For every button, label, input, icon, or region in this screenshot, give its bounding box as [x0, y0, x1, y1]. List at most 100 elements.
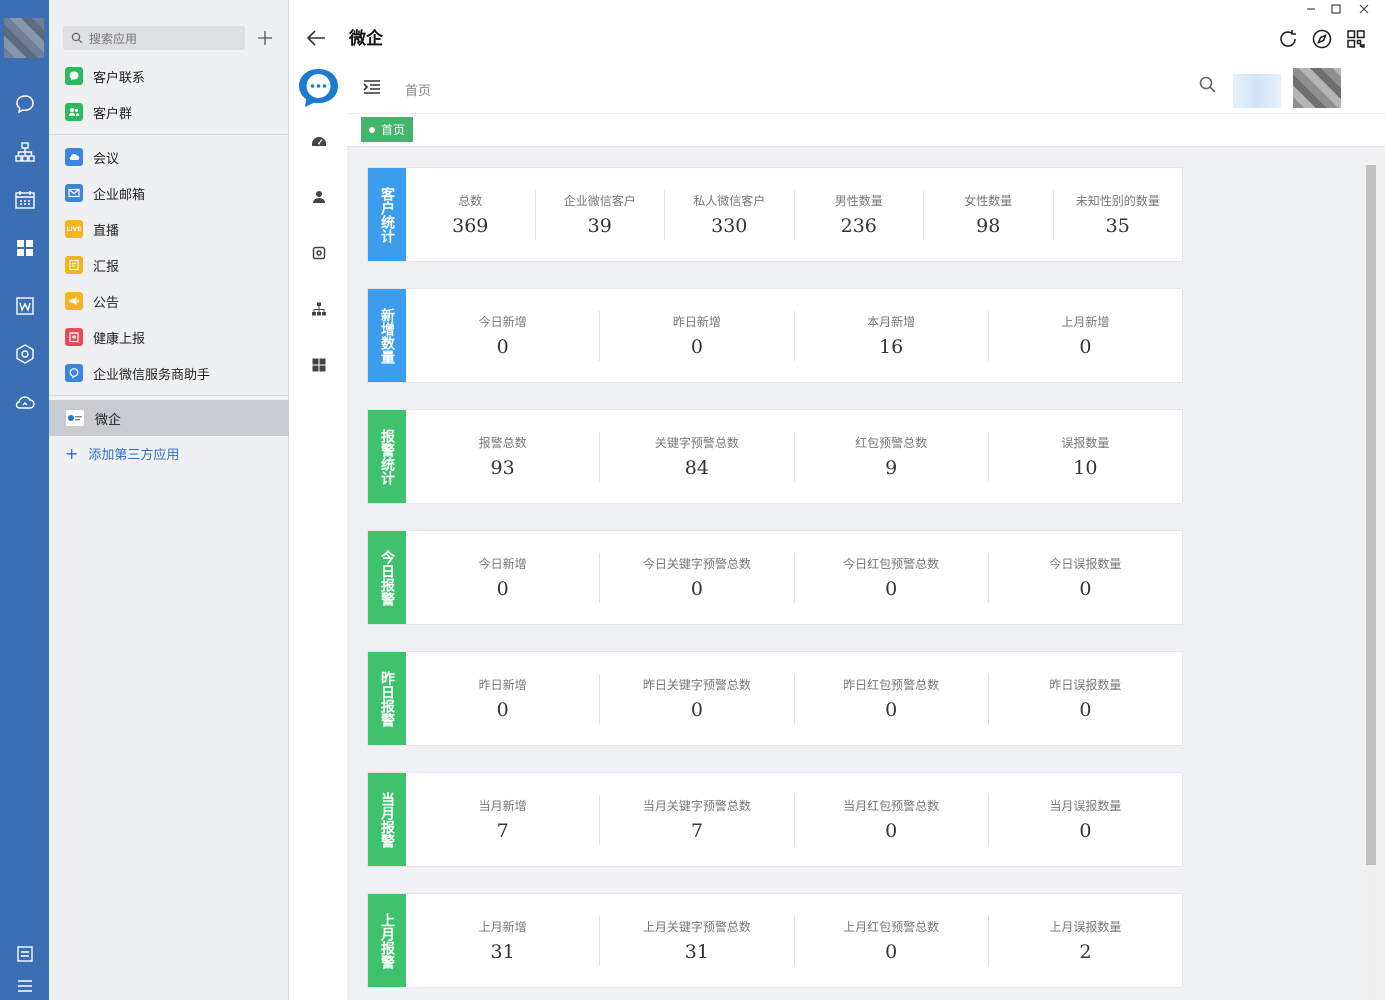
stat-label: 私人微信客户: [693, 194, 766, 208]
stat-label: 当月误报数量: [1049, 799, 1122, 813]
stats-card: 上月报警 上月新增 31 上月关键字预警总数 31 上月红包预警总数 0 上月误报数量 2: [367, 893, 1183, 988]
stat-item: 今日红包预警总数 0: [793, 552, 988, 603]
back-button[interactable]: [305, 28, 327, 48]
app-item-announcement[interactable]: 公告: [49, 283, 289, 319]
report-icon: [65, 256, 83, 274]
stat-label: 当月关键字预警总数: [642, 799, 751, 813]
alert-shield-icon[interactable]: [311, 245, 327, 261]
app-top-nav: 首页: [347, 62, 1385, 114]
app-item-health-report[interactable]: 健康上报: [49, 319, 289, 355]
avatar[interactable]: [4, 18, 44, 58]
cube-icon[interactable]: [12, 341, 38, 367]
stat-label: 昨日红包预警总数: [843, 678, 940, 692]
organization-icon[interactable]: [311, 301, 327, 317]
chat-icon[interactable]: [12, 91, 38, 117]
stat-item: 昨日误报数量 0: [987, 673, 1182, 724]
app-item-customer-group[interactable]: 客户群: [49, 94, 289, 130]
plus-icon: +: [65, 444, 79, 463]
active-dot: [369, 126, 375, 133]
stat-label: 报警总数: [478, 436, 527, 450]
scrollbar-thumb[interactable]: [1366, 165, 1376, 865]
stat-label: 今日红包预警总数: [843, 557, 940, 571]
app-item-weiqi[interactable]: 微企: [49, 400, 289, 436]
page-title: 微企: [349, 29, 383, 49]
stat-item: 本月新增 16: [793, 310, 988, 361]
stats-card: 今日报警 今日新增 0 今日关键字预警总数 0 今日红包预警总数 0 今日误报数量 0: [367, 530, 1183, 625]
app-logo-icon: [296, 67, 341, 109]
calendar-icon[interactable]: [12, 187, 38, 213]
card-title: 客户统计: [368, 168, 406, 261]
app-item-live[interactable]: LIVE 直播: [49, 211, 289, 247]
add-app-button[interactable]: [254, 27, 276, 49]
stat-value: 0: [1079, 336, 1092, 358]
stat-value: 0: [885, 699, 898, 721]
doc-icon[interactable]: [12, 293, 38, 319]
stats-card: 新增数量 今日新增 0 昨日新增 0 本月新增 16 上月新增 0: [367, 288, 1183, 383]
live-icon: LIVE: [65, 220, 83, 238]
menu-icon[interactable]: [12, 973, 38, 999]
stat-value: 0: [690, 699, 703, 721]
stat-item: 上月新增 31: [406, 916, 599, 966]
dashboard-icon[interactable]: [311, 134, 327, 150]
stat-value: 0: [1079, 578, 1092, 600]
stat-value: 93: [490, 457, 515, 479]
stat-label: 关键字预警总数: [654, 436, 739, 450]
stats-card: 客户统计 总数 369 企业微信客户 39 私人微信客户 330 男性数量 236 女性数量 98 未…: [367, 167, 1183, 262]
stat-item: 报警总数 93: [406, 432, 599, 482]
stat-value: 0: [1079, 699, 1092, 721]
app-item-service-assistant[interactable]: 企业微信服务商助手: [49, 355, 289, 391]
user-avatar[interactable]: [1293, 68, 1341, 108]
stat-item: 私人微信客户 330: [664, 189, 794, 240]
divider: [49, 395, 289, 396]
service-assistant-icon: [65, 364, 83, 382]
stat-label: 昨日新增: [478, 678, 527, 692]
modules-grid-icon[interactable]: [311, 357, 327, 373]
stat-label: 今日关键字预警总数: [642, 557, 751, 571]
menu-toggle-icon[interactable]: [363, 79, 381, 95]
stat-value: 7: [690, 820, 703, 842]
close-button[interactable]: [1356, 2, 1372, 16]
stat-value: 236: [840, 215, 877, 237]
qr-code-icon[interactable]: [1345, 28, 1367, 50]
add-third-party-app-link[interactable]: + 添加第三方应用: [65, 444, 179, 463]
stat-value: 9: [885, 457, 898, 479]
divider: [49, 134, 289, 135]
stat-value: 369: [452, 215, 489, 237]
card-stats: 总数 369 企业微信客户 39 私人微信客户 330 男性数量 236 女性数量 98 未知性别的…: [406, 168, 1182, 261]
customer-icon[interactable]: [311, 189, 327, 205]
stat-item: 误报数量 10: [987, 431, 1182, 482]
stat-item: 当月新增 7: [406, 795, 599, 845]
search-input[interactable]: 搜索应用: [63, 26, 245, 50]
stat-value: 39: [587, 215, 612, 237]
stat-label: 企业微信客户: [563, 194, 636, 208]
refresh-icon[interactable]: [1277, 28, 1299, 50]
app-item-meeting[interactable]: 会议: [49, 139, 289, 175]
compass-icon[interactable]: [1311, 28, 1333, 50]
stat-value: 0: [1079, 820, 1092, 842]
search-icon[interactable]: [1197, 74, 1219, 96]
meeting-icon: [65, 148, 83, 166]
stat-value: 84: [684, 457, 709, 479]
search-icon: [71, 32, 83, 44]
cloud-disk-icon[interactable]: [12, 389, 38, 415]
stat-label: 昨日关键字预警总数: [642, 678, 751, 692]
maximize-button[interactable]: [1328, 2, 1344, 16]
minimize-button[interactable]: [1303, 2, 1319, 16]
breadcrumb[interactable]: 首页: [405, 80, 431, 99]
stat-item: 未知性别的数量 35: [1052, 189, 1183, 240]
stat-item: 今日新增 0: [406, 311, 599, 361]
workbench-icon[interactable]: [12, 235, 38, 261]
stat-label: 上月新增: [478, 920, 527, 934]
stat-value: 0: [496, 578, 509, 600]
app-item-customer-contact[interactable]: 客户联系: [49, 58, 289, 94]
app-item-report[interactable]: 汇报: [49, 247, 289, 283]
tab-home[interactable]: 首页: [361, 117, 414, 142]
app-item-mail[interactable]: 企业邮箱: [49, 175, 289, 211]
stat-value: 7: [496, 820, 509, 842]
stat-item: 当月误报数量 0: [987, 794, 1182, 845]
org-chart-icon[interactable]: [12, 139, 38, 165]
card-stats: 报警总数 93 关键字预警总数 84 红包预警总数 9 误报数量 10: [406, 410, 1182, 503]
stat-label: 女性数量: [964, 194, 1013, 208]
settings-panel-icon[interactable]: [12, 941, 38, 967]
stat-value: 0: [690, 578, 703, 600]
